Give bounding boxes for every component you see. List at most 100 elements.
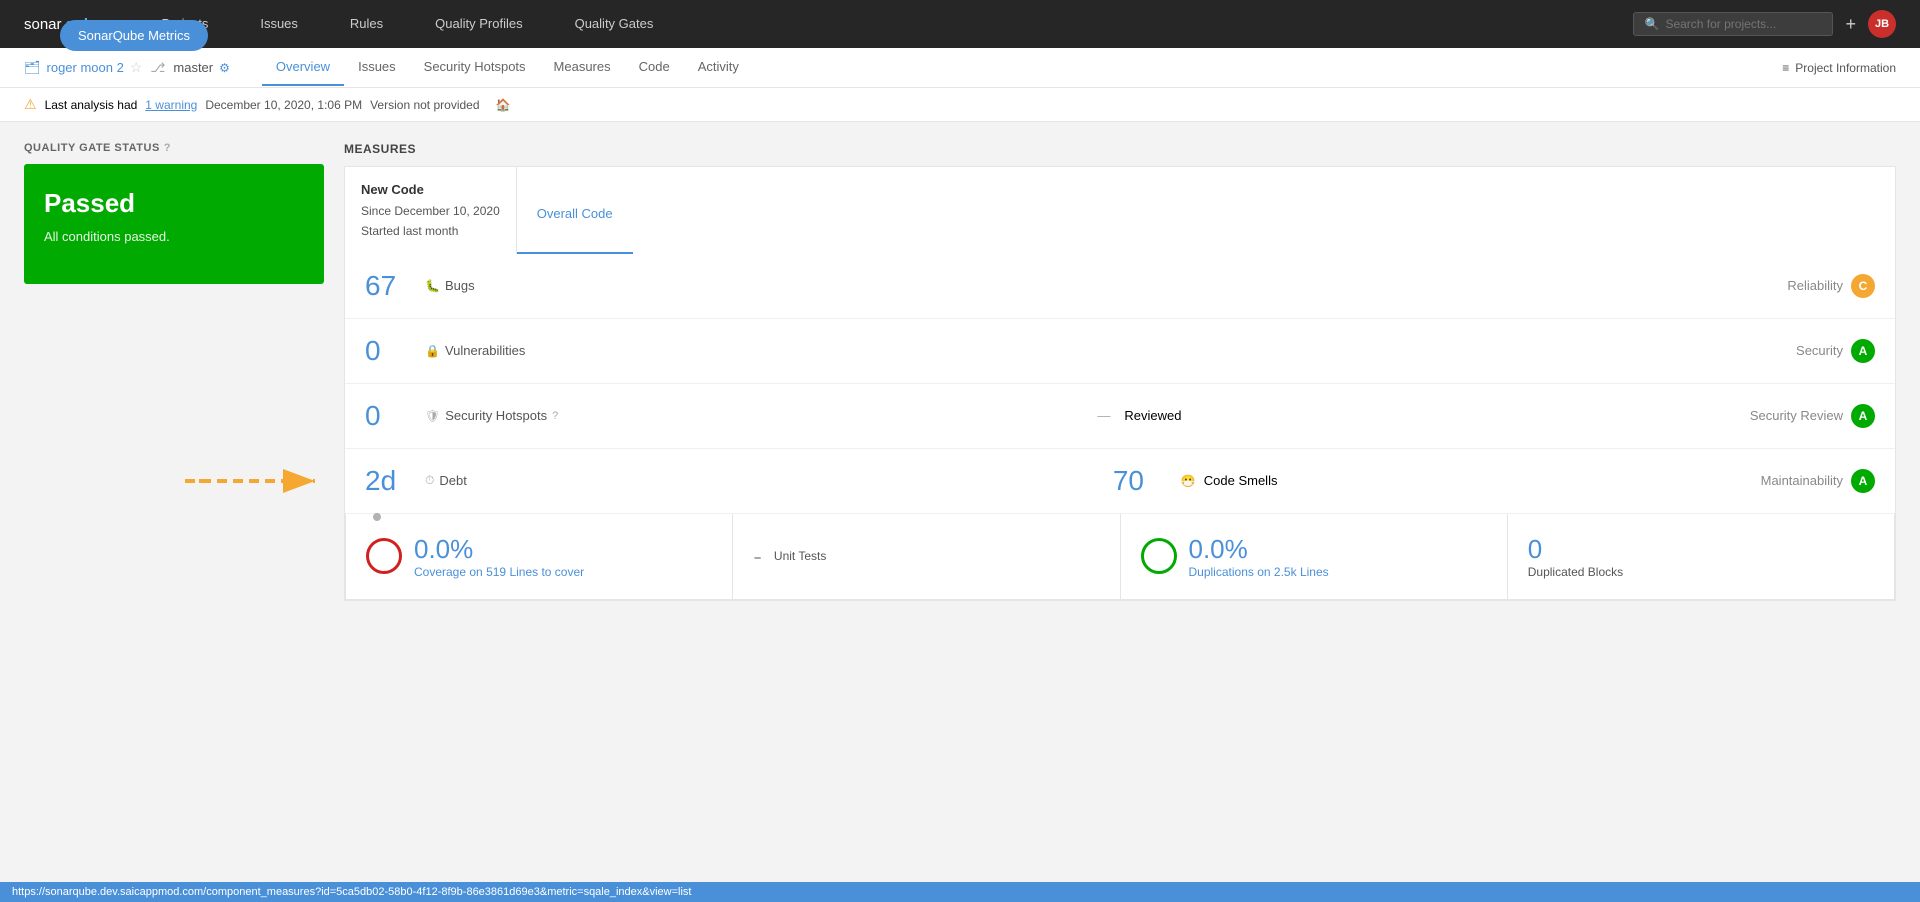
hotspots-value[interactable]: 0 bbox=[365, 400, 425, 432]
quality-gate-title: QUALITY GATE STATUS ? bbox=[24, 142, 324, 154]
page-tabs: Overview Issues Security Hotspots Measur… bbox=[262, 49, 753, 86]
duplications-lines[interactable]: 2.5k bbox=[1274, 565, 1297, 579]
code-smells-value[interactable]: 70 bbox=[1113, 465, 1173, 497]
breadcrumb: 🗂 roger moon 2 ☆ ⎇ master ⚙ bbox=[24, 59, 230, 76]
coverage-lines-suffix: Lines to cover bbox=[509, 565, 584, 579]
project-info-label: Project Information bbox=[1795, 61, 1896, 75]
duplications-label-text: Duplications on bbox=[1189, 565, 1271, 579]
warning-date: December 10, 2020, 1:06 PM bbox=[205, 98, 362, 112]
top-navbar: sonarqube 〜 Projects Issues Rules Qualit… bbox=[0, 0, 1920, 48]
main-content: QUALITY GATE STATUS ? Passed All conditi… bbox=[0, 122, 1920, 621]
bugs-label: 🐛 Bugs bbox=[425, 278, 1787, 293]
coverage-circle bbox=[366, 538, 402, 574]
tab-activity[interactable]: Activity bbox=[684, 49, 753, 86]
passed-subtitle: All conditions passed. bbox=[44, 229, 304, 244]
maintainability-grade: A bbox=[1851, 469, 1875, 493]
vulnerabilities-icon: 🔒 bbox=[425, 344, 440, 358]
tab-issues[interactable]: Issues bbox=[344, 49, 410, 86]
top-right: 🔍 + JB bbox=[1633, 10, 1896, 38]
home-icon[interactable]: 🏠 bbox=[496, 98, 511, 112]
new-code-started: Started last month bbox=[361, 221, 500, 241]
warning-link[interactable]: 1 warning bbox=[145, 98, 197, 112]
security-review-label: Security Review bbox=[1750, 408, 1843, 423]
warning-bar: ⚠ Last analysis had 1 warning December 1… bbox=[0, 88, 1920, 122]
duplications-lines-suffix: Lines bbox=[1300, 565, 1329, 579]
debt-label: ⏱ Debt bbox=[425, 473, 1073, 488]
maintainability-label: Maintainability bbox=[1761, 473, 1843, 488]
branch-settings-icon[interactable]: ⚙ bbox=[219, 61, 230, 75]
tab-security-hotspots[interactable]: Security Hotspots bbox=[410, 49, 540, 86]
coverage-cell: 0.0% Coverage on 519 Lines to cover bbox=[346, 514, 733, 599]
top-nav: Projects Issues Rules Quality Profiles Q… bbox=[147, 6, 667, 43]
vulnerabilities-value[interactable]: 0 bbox=[365, 335, 425, 367]
code-header: New Code Since December 10, 2020 Started… bbox=[345, 167, 1895, 254]
logo-text: sonar bbox=[24, 16, 62, 33]
debt-value[interactable]: 2d bbox=[365, 465, 425, 497]
nav-quality-profiles[interactable]: Quality Profiles bbox=[421, 6, 536, 43]
search-box[interactable]: 🔍 bbox=[1633, 12, 1833, 36]
security-grade: A bbox=[1851, 339, 1875, 363]
vulnerabilities-label: 🔒 Vulnerabilities bbox=[425, 343, 1796, 358]
sonarqube-metrics-button[interactable]: SonarQube Metrics bbox=[60, 20, 208, 51]
debt-row: 2d ⏱ Debt 70 😷 Code Smells Maintainabili… bbox=[345, 449, 1895, 514]
hotspots-label: 🛡 Security Hotspots ? bbox=[425, 408, 1077, 423]
duplications-value[interactable]: 0.0% bbox=[1189, 534, 1329, 565]
dup-blocks-cell: 0 Duplicated Blocks bbox=[1508, 514, 1894, 599]
security-label: Security bbox=[1796, 343, 1843, 358]
reviewed-label: Reviewed bbox=[1124, 408, 1181, 423]
project-name[interactable]: roger moon 2 bbox=[47, 60, 124, 75]
nav-rules[interactable]: Rules bbox=[336, 6, 397, 43]
overall-code-tab[interactable]: Overall Code bbox=[517, 167, 633, 254]
unit-tests-cell: - Unit Tests bbox=[733, 514, 1120, 599]
nav-issues[interactable]: Issues bbox=[246, 6, 312, 43]
measures-wrapper: New Code Since December 10, 2020 Started… bbox=[344, 166, 1896, 601]
new-code-box: New Code Since December 10, 2020 Started… bbox=[345, 167, 517, 254]
new-code-label[interactable]: New Code bbox=[361, 179, 500, 201]
duplications-cell: 0.0% Duplications on 2.5k Lines bbox=[1121, 514, 1508, 599]
tab-code[interactable]: Code bbox=[625, 49, 684, 86]
dup-blocks-value[interactable]: 0 bbox=[1528, 534, 1623, 565]
dup-blocks-label: Duplicated Blocks bbox=[1528, 565, 1623, 579]
hotspots-reviewed: — Reviewed bbox=[1097, 408, 1749, 423]
security-hotspots-row: 0 🛡 Security Hotspots ? — Reviewed Secur… bbox=[345, 384, 1895, 449]
coverage-value[interactable]: 0.0% bbox=[414, 534, 584, 565]
reviewed-dash: — bbox=[1097, 408, 1110, 423]
cursor-dot bbox=[373, 513, 381, 521]
bugs-value[interactable]: 67 bbox=[365, 270, 425, 302]
warning-prefix: Last analysis had bbox=[45, 98, 138, 112]
code-smells-label-text: Code Smells bbox=[1204, 473, 1278, 488]
search-icon: 🔍 bbox=[1644, 17, 1659, 31]
star-icon[interactable]: ☆ bbox=[130, 59, 143, 76]
coverage-label-text: Coverage on bbox=[414, 565, 483, 579]
bugs-right: Reliability C bbox=[1787, 274, 1875, 298]
reliability-grade: C bbox=[1851, 274, 1875, 298]
search-input[interactable] bbox=[1665, 17, 1822, 31]
project-icon: 🗂 bbox=[24, 60, 41, 76]
tab-overview[interactable]: Overview bbox=[262, 49, 344, 86]
bugs-row: 67 🐛 Bugs Reliability C bbox=[345, 254, 1895, 319]
tab-measures[interactable]: Measures bbox=[540, 49, 625, 86]
vulnerabilities-right: Security A bbox=[1796, 339, 1875, 363]
hotspots-label-text: Security Hotspots bbox=[445, 408, 547, 423]
coverage-info: 0.0% Coverage on 519 Lines to cover bbox=[414, 534, 584, 579]
list-icon: ≡ bbox=[1782, 61, 1789, 75]
unit-tests-value: - bbox=[753, 541, 762, 572]
dup-blocks-info: 0 Duplicated Blocks bbox=[1528, 534, 1623, 579]
nav-quality-gates[interactable]: Quality Gates bbox=[561, 6, 668, 43]
avatar: JB bbox=[1868, 10, 1896, 38]
vulnerabilities-row: 0 🔒 Vulnerabilities Security A bbox=[345, 319, 1895, 384]
code-smells-icon: 😷 bbox=[1181, 474, 1196, 488]
add-button[interactable]: + bbox=[1845, 14, 1856, 35]
warning-icon: ⚠ bbox=[24, 96, 37, 113]
hotspots-icon: 🛡 bbox=[425, 409, 440, 423]
code-smells-section: 70 😷 Code Smells bbox=[1113, 465, 1761, 497]
coverage-label: Coverage on 519 Lines to cover bbox=[414, 565, 584, 579]
quality-gate-help-icon[interactable]: ? bbox=[164, 142, 171, 154]
coverage-lines[interactable]: 519 bbox=[486, 565, 506, 579]
project-info-link[interactable]: ≡ Project Information bbox=[1782, 61, 1896, 75]
sub-navbar: 🗂 roger moon 2 ☆ ⎇ master ⚙ Overview Iss… bbox=[0, 48, 1920, 88]
hotspots-help-icon[interactable]: ? bbox=[552, 410, 558, 422]
warning-version: Version not provided bbox=[370, 98, 479, 112]
branch-name: master bbox=[173, 60, 213, 75]
bugs-icon: 🐛 bbox=[425, 279, 440, 293]
